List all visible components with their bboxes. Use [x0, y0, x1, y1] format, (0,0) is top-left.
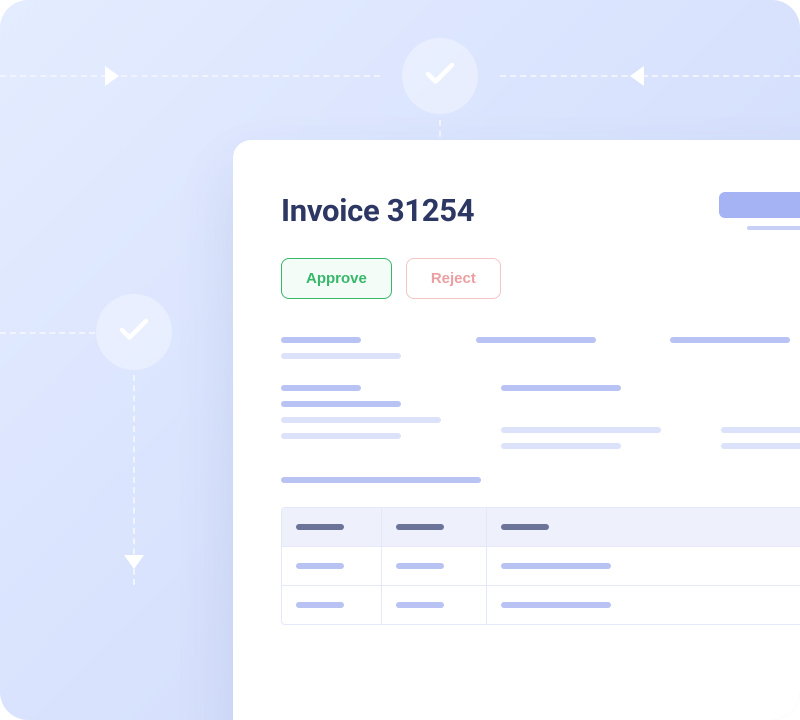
arrow-right-icon: [105, 66, 119, 86]
flow-line: [0, 332, 95, 334]
placeholder-line: [501, 385, 621, 391]
check-badge: [402, 38, 478, 114]
table-header-row: [282, 508, 800, 547]
placeholder-line: [501, 443, 621, 449]
table-cell: [382, 586, 487, 624]
card-header: Invoice 31254: [281, 192, 800, 230]
placeholder-line: [281, 417, 441, 423]
placeholder-line: [670, 337, 790, 343]
table-cell: [382, 547, 487, 585]
placeholder-line: [501, 427, 661, 433]
flow-line: [500, 75, 800, 77]
check-icon: [116, 312, 152, 352]
placeholder-line: [281, 401, 401, 407]
invoice-card: Invoice 31254 Approve Reject: [233, 140, 800, 720]
table-row: [282, 586, 800, 624]
table-header-cell: [282, 508, 382, 546]
arrow-left-icon: [630, 66, 644, 86]
line-items-table: [281, 507, 800, 625]
action-bar: Approve Reject: [281, 258, 800, 299]
check-icon: [422, 56, 458, 96]
detail-block: [281, 385, 800, 449]
placeholder-line: [281, 337, 361, 343]
meta-line: [747, 226, 800, 230]
table-cell: [487, 547, 800, 585]
invoice-title: Invoice 31254: [281, 192, 474, 229]
placeholder-line: [721, 427, 800, 433]
table-row: [282, 547, 800, 586]
table-header-cell: [382, 508, 487, 546]
table-cell: [282, 547, 382, 585]
placeholder-line: [476, 337, 596, 343]
placeholder-line: [281, 353, 401, 359]
flow-line: [133, 375, 135, 585]
table-cell: [487, 586, 800, 624]
header-meta: [719, 192, 800, 230]
table-cell: [282, 586, 382, 624]
placeholder-line: [721, 443, 800, 449]
workflow-canvas: Invoice 31254 Approve Reject: [0, 0, 800, 720]
flow-line: [0, 75, 380, 77]
table-header-cell: [487, 508, 800, 546]
detail-block: [281, 337, 800, 359]
check-badge: [96, 294, 172, 370]
arrow-down-icon: [124, 555, 144, 569]
placeholder-line: [281, 433, 401, 439]
status-badge: [719, 192, 800, 218]
approve-button[interactable]: Approve: [281, 258, 392, 299]
placeholder-line: [281, 385, 361, 391]
placeholder-line: [281, 477, 481, 483]
reject-button[interactable]: Reject: [406, 258, 501, 299]
